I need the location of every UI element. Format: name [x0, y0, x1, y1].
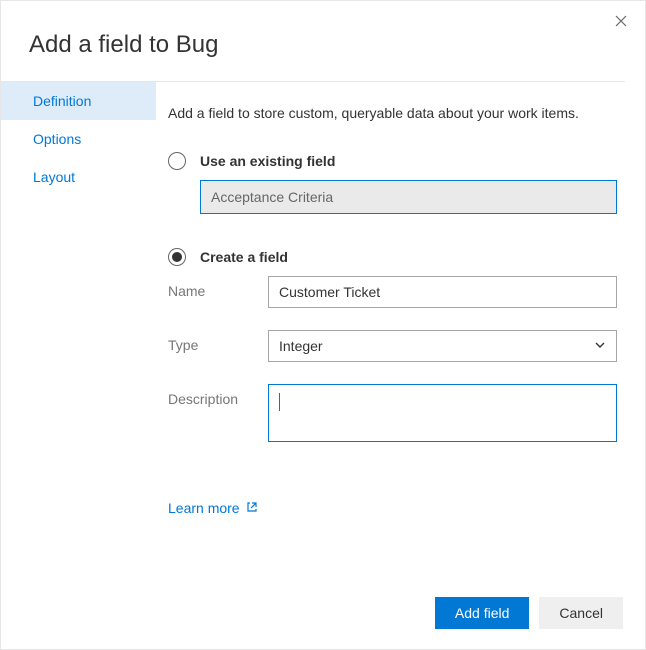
type-select[interactable]: Integer [268, 330, 617, 362]
sidebar-item-definition[interactable]: Definition [1, 82, 156, 120]
add-field-button[interactable]: Add field [435, 597, 529, 629]
sidebar-item-options[interactable]: Options [1, 120, 156, 158]
cancel-button[interactable]: Cancel [539, 597, 623, 629]
radio-existing[interactable]: Use an existing field [168, 152, 617, 170]
radio-existing-label: Use an existing field [200, 153, 335, 169]
sidebar: Definition Options Layout [1, 82, 156, 579]
chevron-down-icon [594, 338, 606, 354]
radio-create-input[interactable] [168, 248, 186, 266]
dialog-body: Definition Options Layout Add a field to… [1, 81, 625, 579]
description-label: Description [168, 384, 268, 407]
radio-create[interactable]: Create a field [168, 248, 617, 266]
radio-existing-input[interactable] [168, 152, 186, 170]
content-panel: Add a field to store custom, queryable d… [156, 82, 625, 579]
type-value: Integer [279, 338, 323, 354]
intro-text: Add a field to store custom, queryable d… [168, 104, 617, 124]
close-icon [615, 15, 627, 27]
close-button[interactable] [611, 11, 631, 31]
type-row: Type Integer [168, 330, 617, 362]
name-row: Name [168, 276, 617, 308]
learn-more-link[interactable]: Learn more [168, 500, 258, 516]
dialog-title: Add a field to Bug [1, 1, 645, 81]
dialog-footer: Add field Cancel [435, 597, 623, 629]
external-link-icon [246, 500, 258, 516]
name-input[interactable] [268, 276, 617, 308]
text-caret [279, 393, 280, 411]
existing-field-dropdown[interactable]: Acceptance Criteria [200, 180, 617, 214]
description-row: Description [168, 384, 617, 442]
description-input[interactable] [268, 384, 617, 442]
type-label: Type [168, 330, 268, 353]
sidebar-item-layout[interactable]: Layout [1, 158, 156, 196]
name-label: Name [168, 276, 268, 299]
learn-more-text: Learn more [168, 500, 240, 516]
radio-create-label: Create a field [200, 249, 288, 265]
